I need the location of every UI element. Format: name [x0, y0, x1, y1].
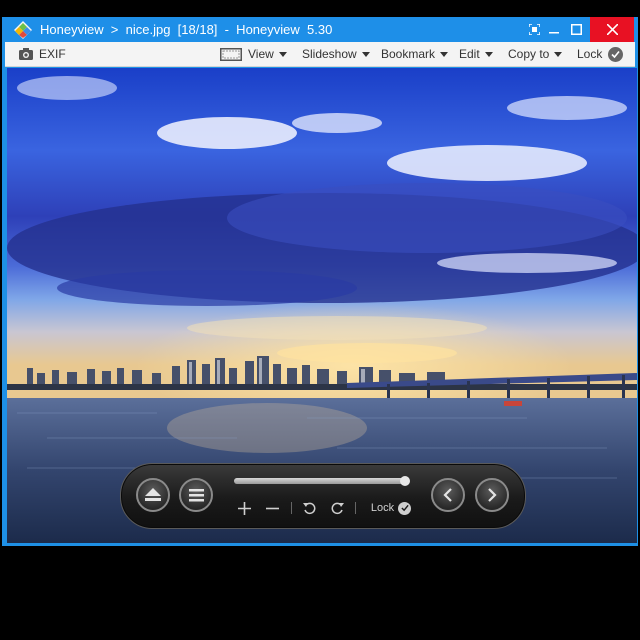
bookmark-label: Bookmark — [381, 47, 436, 61]
rotate-left-button[interactable] — [299, 497, 321, 519]
slideshow-menu[interactable]: Slideshow — [302, 42, 370, 66]
title-bar[interactable]: Honeyview > nice.jpg [18/18] - Honeyview… — [2, 17, 638, 42]
eject-button[interactable] — [136, 478, 170, 512]
rotate-left-icon — [303, 502, 316, 515]
zoom-in-button[interactable] — [233, 497, 255, 519]
checkmark-icon — [608, 46, 624, 62]
maximize-button[interactable] — [562, 17, 590, 42]
window-title: Honeyview > nice.jpg [18/18] - Honeyview… — [40, 22, 333, 37]
eject-icon — [145, 488, 161, 501]
copy-to-menu[interactable]: Copy to — [508, 42, 563, 66]
view-mode-icon — [220, 47, 242, 61]
maximize-icon — [570, 24, 582, 35]
lock-toggle[interactable]: Lock — [577, 42, 624, 66]
honeyview-logo-icon — [14, 21, 32, 39]
edit-label: Edit — [459, 47, 480, 61]
osd-control-panel: Lock — [120, 463, 526, 529]
close-icon — [606, 24, 618, 35]
slideshow-label: Slideshow — [302, 47, 357, 61]
toolbar: EXIF View Slideshow Bookmark Edit Copy t… — [5, 42, 635, 67]
chevron-down-icon — [484, 51, 493, 57]
chevron-down-icon — [554, 51, 563, 57]
previous-button[interactable] — [431, 478, 465, 512]
lock-label: Lock — [577, 47, 603, 61]
minus-icon — [265, 507, 279, 509]
seek-progress — [234, 478, 405, 484]
zoom-out-button[interactable] — [261, 497, 283, 519]
separator — [355, 502, 356, 514]
fullscreen-icon — [528, 24, 540, 35]
camera-icon — [19, 48, 33, 60]
checkmark-icon — [398, 501, 412, 515]
edit-menu[interactable]: Edit — [459, 42, 493, 66]
chevron-down-icon — [440, 51, 449, 57]
view-menu[interactable]: View — [220, 42, 287, 66]
copy-to-label: Copy to — [508, 47, 550, 61]
bookmark-menu[interactable]: Bookmark — [381, 42, 449, 66]
exif-label: EXIF — [39, 47, 66, 61]
rotate-right-button[interactable] — [326, 497, 348, 519]
view-label: View — [248, 47, 274, 61]
menu-icon — [188, 488, 204, 501]
rotate-right-icon — [331, 502, 344, 515]
osd-lock-toggle[interactable]: Lock — [367, 497, 415, 519]
seek-bar[interactable] — [234, 476, 410, 486]
chevron-left-icon — [443, 488, 452, 502]
chevron-right-icon — [488, 488, 497, 502]
separator — [291, 502, 292, 514]
chevron-down-icon — [361, 51, 370, 57]
menu-button[interactable] — [179, 478, 213, 512]
seek-handle[interactable] — [399, 476, 410, 486]
close-button[interactable] — [590, 17, 634, 42]
plus-icon — [237, 501, 251, 515]
minimize-icon — [549, 31, 559, 33]
osd-lock-label: Lock — [370, 502, 395, 514]
next-button[interactable] — [475, 478, 509, 512]
chevron-down-icon — [278, 51, 287, 57]
exif-button[interactable]: EXIF — [19, 42, 66, 66]
